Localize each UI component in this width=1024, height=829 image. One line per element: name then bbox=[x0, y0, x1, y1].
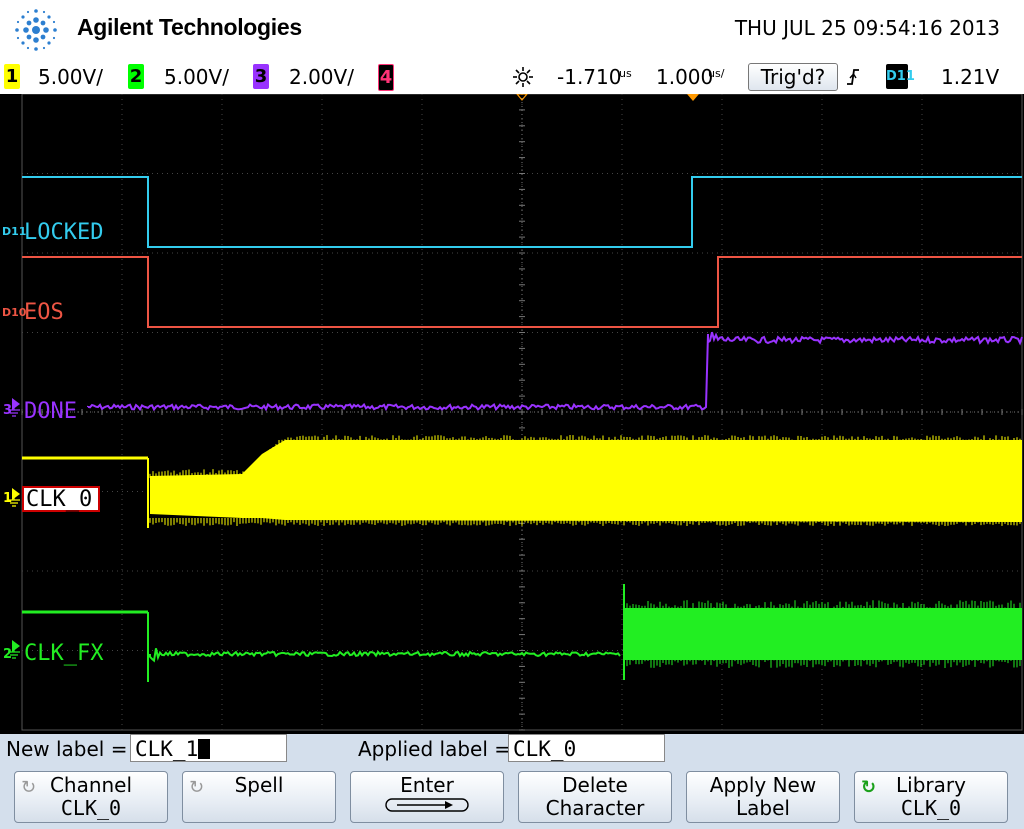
rotate-knob-icon: ↻ bbox=[189, 777, 205, 798]
rising-edge-icon bbox=[847, 69, 859, 85]
text-cursor bbox=[198, 739, 211, 759]
trace-tag-clk0: 1 bbox=[3, 491, 13, 506]
trace-label-eos: EOS bbox=[24, 300, 64, 325]
channel-offset-marker-icon bbox=[12, 640, 20, 652]
new-label-field[interactable]: CLK_1 bbox=[130, 734, 287, 762]
enter-softkey[interactable]: Enter bbox=[350, 771, 504, 823]
channel-4-badge[interactable]: 4 bbox=[378, 64, 394, 91]
trace-tag-done: 3 bbox=[3, 403, 13, 418]
softkey-label: Library bbox=[896, 773, 966, 797]
softkey-label: Delete bbox=[562, 773, 628, 797]
trace-tag-eos: D10 bbox=[2, 306, 27, 319]
channel-offset-marker-icon bbox=[12, 398, 20, 410]
softkey-label-line2: Character bbox=[545, 796, 645, 820]
delay-value: -1.710 bbox=[557, 65, 622, 89]
softkey-label: Enter bbox=[400, 773, 454, 797]
trace-clkfx-envelope bbox=[624, 608, 1022, 660]
delay-unit: us bbox=[619, 67, 632, 80]
trace-tag-locked: D11 bbox=[2, 225, 27, 238]
enter-arrow-icon bbox=[385, 798, 469, 812]
trace-locked bbox=[22, 176, 1022, 248]
channel-3-scale: 2.00V/ bbox=[289, 65, 354, 89]
timebase-value: 1.000 bbox=[656, 65, 714, 89]
trace-label-clkfx: CLK_FX bbox=[24, 641, 104, 666]
channel-2-badge[interactable]: 2 bbox=[128, 64, 144, 89]
status-bar: 1 5.00V/ 2 5.00V/ 3 2.00V/ 4 -1.710 us 1… bbox=[0, 60, 1024, 94]
spell-softkey[interactable]: ↻ Spell bbox=[182, 771, 336, 823]
trace-label-clk0: CLK_0 bbox=[26, 487, 93, 512]
trace-label-locked: LOCKED bbox=[24, 220, 104, 245]
trace-done bbox=[87, 331, 1023, 412]
trace-label-done: DONE bbox=[24, 399, 77, 424]
trace-label-clk0-box[interactable]: CLK_0 bbox=[22, 486, 100, 512]
softkey-panel: New label = CLK_1 Applied label = CLK_0 … bbox=[0, 734, 1024, 829]
trace-clkfx-low bbox=[149, 648, 621, 663]
trigger-status-button[interactable]: Trig'd? bbox=[748, 63, 838, 91]
softkey-value: CLK_0 bbox=[60, 796, 122, 820]
channel-1-scale: 5.00V/ bbox=[38, 65, 103, 89]
channel-offset-marker-icon bbox=[12, 488, 20, 500]
channel-softkey[interactable]: ↻ Channel CLK_0 bbox=[14, 771, 168, 823]
applied-label-caption: Applied label = bbox=[358, 737, 512, 761]
timebase-unit: us/ bbox=[708, 67, 725, 80]
applied-label-field: CLK_0 bbox=[508, 734, 665, 762]
trigger-point-marker-icon bbox=[687, 94, 699, 101]
channel-2-scale: 5.00V/ bbox=[164, 65, 229, 89]
agilent-spark-logo-icon bbox=[15, 9, 57, 51]
new-label-caption: New label = bbox=[6, 737, 128, 761]
brand-name: Agilent Technologies bbox=[77, 14, 302, 40]
apply-new-label-softkey[interactable]: Apply New Label bbox=[686, 771, 840, 823]
waveform-canvas[interactable] bbox=[0, 94, 1024, 734]
header-bar: Agilent Technologies THU JUL 25 09:54:16… bbox=[0, 0, 1024, 60]
delete-character-softkey[interactable]: Delete Character bbox=[518, 771, 672, 823]
library-softkey[interactable]: ↻ Library CLK_0 bbox=[854, 771, 1008, 823]
softkey-label: Channel bbox=[49, 773, 133, 797]
trigger-source-badge[interactable]: D11 bbox=[886, 64, 915, 89]
softkey-value: CLK_0 bbox=[900, 796, 962, 820]
rotate-knob-icon: ↻ bbox=[21, 777, 37, 798]
rotate-knob-icon: ↻ bbox=[861, 777, 877, 798]
softkey-label: Apply New bbox=[709, 773, 817, 797]
softkey-label-line2: Label bbox=[736, 796, 790, 820]
trace-tag-clkfx: 2 bbox=[3, 647, 13, 662]
date-time-readout: THU JUL 25 09:54:16 2013 bbox=[734, 16, 1000, 40]
delay-knob-icon bbox=[513, 67, 533, 87]
channel-3-badge[interactable]: 3 bbox=[253, 64, 269, 89]
waveform-display[interactable]: LOCKED D11 EOS D10 DONE 3 CLK_0 1 CLK_FX… bbox=[0, 94, 1024, 734]
softkey-label: Spell bbox=[234, 773, 284, 797]
trigger-level: 1.21V bbox=[941, 65, 1000, 89]
new-label-value: CLK_1 bbox=[135, 737, 199, 761]
channel-1-badge[interactable]: 1 bbox=[4, 64, 20, 89]
trace-clk0-envelope bbox=[150, 440, 1022, 522]
